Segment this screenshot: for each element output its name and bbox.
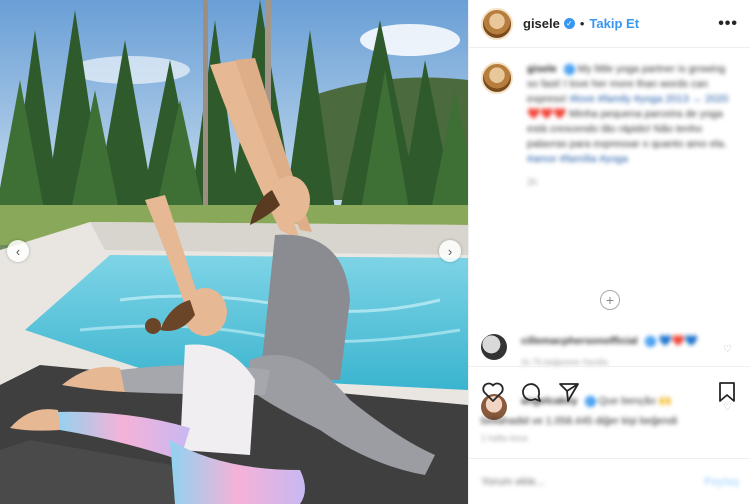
comment-like-icon[interactable]: ♡	[723, 344, 732, 355]
comments-section: gisele ✓ My little yoga partner is growi…	[469, 48, 750, 420]
caption-hashtags-2[interactable]: #amor #família #yoga	[527, 153, 628, 165]
verified-icon: ✓	[563, 18, 575, 29]
comment-body: 💙❤️💙	[658, 335, 698, 347]
verified-icon: ✓	[644, 335, 656, 347]
comment-input[interactable]	[481, 475, 705, 488]
comment-item: cillemacphersonofficial ✓ 💙❤️💙 2s 75 beğ…	[481, 334, 698, 370]
caption-avatar[interactable]	[481, 62, 513, 94]
chevron-right-icon: ›	[447, 243, 453, 259]
previous-image-button[interactable]: ‹	[7, 240, 29, 262]
comment-icon[interactable]	[519, 380, 543, 404]
caption-username[interactable]: gisele	[527, 63, 557, 75]
load-more-comments-button[interactable]: +	[600, 290, 620, 310]
comment-avatar[interactable]	[481, 334, 507, 360]
post-username[interactable]: gisele	[523, 16, 560, 31]
bookmark-icon[interactable]	[715, 380, 739, 404]
caption-years: 2013 → 2020	[665, 93, 729, 105]
plus-circle-icon: +	[605, 292, 615, 308]
avatar[interactable]	[481, 7, 513, 40]
next-image-button[interactable]: ›	[439, 240, 461, 262]
verified-icon: ✓	[563, 63, 575, 75]
post-actions: bellahadid ve 1.058.445 diğer kişi beğen…	[469, 366, 750, 443]
caption-time: 2h	[527, 177, 538, 187]
post-image[interactable]: ‹ ›	[0, 0, 468, 504]
post-header: gisele ✓ • Takip Et •••	[469, 0, 750, 48]
caption: gisele ✓ My little yoga partner is growi…	[481, 62, 738, 190]
add-comment-bar: Paylaş	[469, 458, 750, 504]
chevron-left-icon: ‹	[15, 243, 21, 259]
post-comment-button[interactable]: Paylaş	[704, 476, 739, 488]
comment-username[interactable]: cillemacphersonofficial	[521, 335, 638, 347]
more-options-button[interactable]: •••	[718, 15, 738, 33]
share-icon[interactable]	[557, 380, 581, 404]
post-date: 1 hafta önce	[481, 433, 528, 443]
yoga-photo	[0, 0, 468, 504]
post-side-panel: gisele ✓ • Takip Et ••• gisele ✓ My litt…	[468, 0, 750, 504]
comment-text: cillemacphersonofficial ✓ 💙❤️💙 2s 75 beğ…	[521, 334, 698, 370]
caption-text: gisele ✓ My little yoga partner is growi…	[527, 62, 738, 190]
separator-dot: •	[579, 16, 585, 31]
caption-hashtags-1[interactable]: #love #family #yoga	[570, 93, 663, 105]
heart-icon[interactable]	[481, 380, 505, 404]
follow-button[interactable]: Takip Et	[589, 16, 639, 31]
likes-count[interactable]: bellahadid ve 1.058.445 diğer kişi beğen…	[481, 415, 739, 427]
action-icons	[481, 379, 739, 405]
caption-hearts: ❤️❤️❤️	[527, 108, 567, 120]
